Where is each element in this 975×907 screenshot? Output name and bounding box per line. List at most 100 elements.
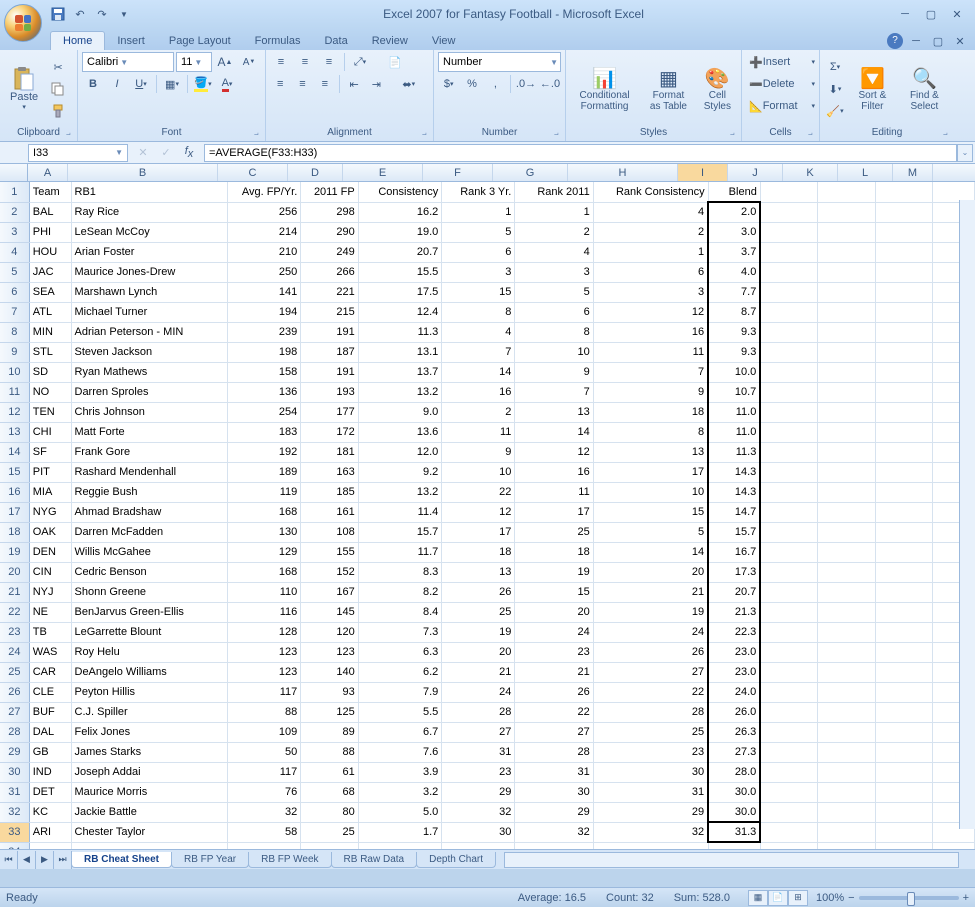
column-header-D[interactable]: D [288,164,343,181]
cell[interactable] [760,262,817,282]
zoom-level[interactable]: 100% [816,892,844,904]
cell[interactable] [760,282,817,302]
cell[interactable] [760,622,817,642]
cell[interactable] [875,742,932,762]
cell[interactable]: 6.7 [358,722,442,742]
cell[interactable]: 93 [301,682,358,702]
cell[interactable]: 24 [442,682,515,702]
cell[interactable] [760,742,817,762]
row-header[interactable]: 8 [0,322,29,342]
cell[interactable] [818,222,875,242]
cell[interactable]: 32 [593,822,708,842]
cell[interactable] [760,422,817,442]
row-header[interactable]: 12 [0,402,29,422]
cell[interactable] [818,782,875,802]
cell[interactable] [818,622,875,642]
cell[interactable]: 13 [515,402,593,422]
cell[interactable]: 116 [228,602,301,622]
cell[interactable]: Roy Helu [71,642,228,662]
cell[interactable] [818,522,875,542]
cell[interactable]: 23 [515,642,593,662]
cell[interactable]: 110 [228,582,301,602]
cell[interactable]: Willis McGahee [71,542,228,562]
doc-restore-button[interactable]: ▢ [929,32,947,50]
cell[interactable]: 20 [515,602,593,622]
cell[interactable]: 17 [515,502,593,522]
sheet-nav-last-icon[interactable]: ⏭ [54,851,72,869]
cell[interactable] [818,742,875,762]
cell[interactable]: CHI [29,422,71,442]
cell[interactable]: Rank 3 Yr. [442,182,515,202]
cell[interactable]: TB [29,622,71,642]
number-format-combo[interactable]: Number▼ [438,52,561,72]
cell[interactable]: Team [29,182,71,202]
cell[interactable]: 22.3 [708,622,760,642]
cell[interactable]: 13 [593,442,708,462]
cell[interactable] [818,382,875,402]
column-header-I[interactable]: I [678,164,728,181]
column-header-B[interactable]: B [68,164,218,181]
cell[interactable] [875,282,932,302]
doc-close-button[interactable]: ✕ [951,32,969,50]
cell[interactable]: 19 [593,602,708,622]
cell[interactable]: 10 [593,482,708,502]
cell[interactable]: 8 [442,302,515,322]
cell[interactable]: 13.6 [358,422,442,442]
cell[interactable]: BenJarvus Green-Ellis [71,602,228,622]
cell[interactable]: 16 [442,382,515,402]
decrease-decimal-icon[interactable]: ←.0 [539,74,561,94]
cell[interactable]: 194 [228,302,301,322]
sheet-nav-next-icon[interactable]: ▶ [36,851,54,869]
cell[interactable]: 1.7 [358,822,442,842]
cell[interactable]: 17 [593,462,708,482]
cell[interactable]: 1 [442,202,515,222]
cell[interactable]: 9.2 [358,462,442,482]
cell[interactable] [818,602,875,622]
cell[interactable]: 26 [442,582,515,602]
row-header[interactable]: 27 [0,702,29,722]
cell[interactable] [760,642,817,662]
column-header-C[interactable]: C [218,164,288,181]
cell[interactable] [818,322,875,342]
cell[interactable]: 88 [301,742,358,762]
cell[interactable]: MIN [29,322,71,342]
cell[interactable]: 10.7 [708,382,760,402]
cell[interactable]: 9 [442,442,515,462]
row-header[interactable]: 31 [0,782,29,802]
cell[interactable]: 89 [301,722,358,742]
cell[interactable] [760,662,817,682]
cell[interactable]: 4 [442,322,515,342]
cell[interactable]: 76 [228,782,301,802]
cell[interactable]: 13.2 [358,382,442,402]
cell[interactable]: 13.2 [358,482,442,502]
cell[interactable]: GB [29,742,71,762]
cell[interactable] [818,502,875,522]
find-select-button[interactable]: 🔍Find & Select [899,56,950,122]
cell[interactable]: 125 [301,702,358,722]
cell[interactable]: 17.5 [358,282,442,302]
cell[interactable]: ARI [29,822,71,842]
cell[interactable]: LeGarrette Blount [71,622,228,642]
column-header-G[interactable]: G [493,164,568,181]
cell[interactable]: 140 [301,662,358,682]
cell[interactable]: 117 [228,762,301,782]
cell[interactable]: 27 [442,722,515,742]
cell[interactable]: 5 [442,222,515,242]
cell[interactable] [301,842,358,849]
cell[interactable]: 61 [301,762,358,782]
cell[interactable] [818,582,875,602]
cell[interactable] [818,822,875,842]
cell[interactable] [875,362,932,382]
row-header[interactable]: 21 [0,582,29,602]
cell[interactable] [875,262,932,282]
cell[interactable]: 27 [515,722,593,742]
cell[interactable]: NYJ [29,582,71,602]
cell[interactable]: 1 [515,202,593,222]
save-icon[interactable] [48,4,68,24]
cell[interactable]: 155 [301,542,358,562]
row-header[interactable]: 4 [0,242,29,262]
cell[interactable] [818,642,875,662]
cell[interactable]: 25 [515,522,593,542]
cell[interactable]: 2011 FP [301,182,358,202]
cell[interactable]: 187 [301,342,358,362]
